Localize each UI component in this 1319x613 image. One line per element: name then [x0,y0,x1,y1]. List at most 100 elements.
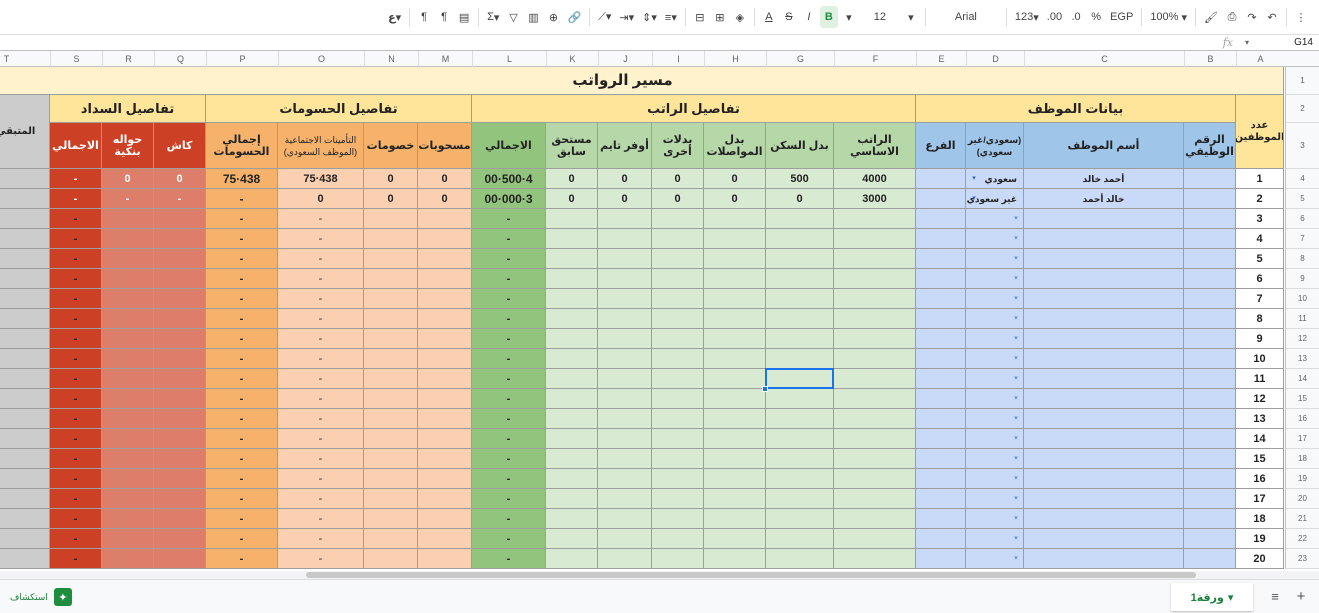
nationality-dropdown-icon[interactable]: ▾ [1012,435,1020,443]
column-header[interactable]: P [206,51,278,67]
cell-branch[interactable] [916,169,966,189]
cell-transport[interactable] [704,289,766,309]
cell-pay-total[interactable]: - [50,409,102,429]
cell-transport[interactable] [704,349,766,369]
cell-name[interactable] [1024,469,1184,489]
cell-name[interactable] [1024,389,1184,409]
cell-name[interactable]: خالد أحمد [1024,189,1184,209]
nationality-dropdown-icon[interactable]: ▾ [1012,315,1020,323]
borders-icon[interactable]: ⊞ [711,6,729,28]
cell-transport[interactable] [704,329,766,349]
cell-total[interactable]: - [472,209,546,229]
cell-transport[interactable] [704,549,766,569]
cell-id[interactable] [1184,429,1236,449]
cell-previous[interactable] [546,389,598,409]
cell-transfer[interactable] [102,549,154,569]
cell-cash[interactable] [154,229,206,249]
cell-basic[interactable] [834,529,916,549]
nationality-dropdown-icon[interactable]: ▾ [970,175,978,183]
row-header[interactable]: 10 [1285,289,1319,309]
text-rotation-icon[interactable]: ⟋▾ [595,6,614,28]
cell-insurance[interactable]: - [278,289,364,309]
cell-id[interactable] [1184,529,1236,549]
row-header[interactable]: 9 [1285,269,1319,289]
cell-total-deductions[interactable]: - [206,249,278,269]
cell-pay-total[interactable]: - [50,349,102,369]
cell-basic[interactable] [834,249,916,269]
cell-withdrawals[interactable]: 0 [418,189,472,209]
cell-transport[interactable] [704,389,766,409]
cell-remaining[interactable]: - [0,269,50,289]
cell-name[interactable] [1024,309,1184,329]
cell-name[interactable] [1024,449,1184,469]
cell-housing[interactable] [766,269,834,289]
cell-discounts[interactable]: 0 [364,169,418,189]
cell-previous[interactable] [546,529,598,549]
cell-insurance[interactable]: - [278,269,364,289]
cell-id[interactable] [1184,349,1236,369]
sheet-title[interactable]: مسير الرواتب [0,67,1284,95]
cell-basic[interactable] [834,549,916,569]
cell-total[interactable]: - [472,289,546,309]
cell-transfer[interactable] [102,409,154,429]
cell-pay-total[interactable]: - [50,269,102,289]
row-header[interactable]: 23 [1285,549,1319,569]
cell-insurance[interactable]: 0 [278,189,364,209]
cell-cash[interactable]: 0 [154,169,206,189]
cell-other[interactable] [652,229,704,249]
header-transport[interactable]: بدل المواصلات [704,123,766,169]
header-name[interactable]: أسم الموظف [1024,123,1184,169]
cell-discounts[interactable] [364,529,418,549]
cell-total-deductions[interactable]: - [206,409,278,429]
cell-withdrawals[interactable] [418,229,472,249]
cell-housing[interactable]: 500 [766,169,834,189]
cell-insurance[interactable]: - [278,489,364,509]
cell-discounts[interactable] [364,249,418,269]
cell-discounts[interactable] [364,389,418,409]
cell-remaining[interactable]: - [0,349,50,369]
cell-cash[interactable] [154,409,206,429]
cell-total-deductions[interactable]: - [206,509,278,529]
header-housing[interactable]: بدل السكن [766,123,834,169]
font-family-select[interactable]: Arial [931,6,1001,28]
cell-remaining[interactable]: - [0,229,50,249]
cell-other[interactable] [652,269,704,289]
cell-discounts[interactable] [364,209,418,229]
cell-insurance[interactable]: - [278,209,364,229]
font-size-select[interactable]: 12 [860,6,900,28]
cell-withdrawals[interactable] [418,489,472,509]
cell-remaining[interactable]: 061٫25 [0,169,50,189]
cell-discounts[interactable] [364,429,418,449]
column-header[interactable]: E [916,51,966,67]
cell-remaining[interactable]: - [0,289,50,309]
nationality-dropdown-icon[interactable]: ▾ [1012,515,1020,523]
cell-transfer[interactable] [102,289,154,309]
cell-total[interactable]: - [472,429,546,449]
cell-branch[interactable] [916,469,966,489]
cell-remaining[interactable]: - [0,429,50,449]
cell-other[interactable] [652,409,704,429]
cell-pay-total[interactable]: - [50,329,102,349]
cell-id[interactable] [1184,309,1236,329]
cell-housing[interactable] [766,289,834,309]
header-branch[interactable]: الفرع [916,123,966,169]
cell-num[interactable]: 1 [1236,169,1284,189]
filter-icon[interactable]: ▽ [504,6,522,28]
cell-num[interactable]: 17 [1236,489,1284,509]
cell-total[interactable]: - [472,409,546,429]
cell-transport[interactable] [704,409,766,429]
cell-total[interactable]: - [472,489,546,509]
cell-total-deductions[interactable]: - [206,189,278,209]
row-header[interactable]: 21 [1285,509,1319,529]
header-total[interactable]: الاجمالي [472,123,546,169]
cell-pay-total[interactable]: - [50,229,102,249]
cell-cash[interactable] [154,389,206,409]
header-id[interactable]: الرقم الوظيفي [1184,123,1236,169]
cell-transport[interactable] [704,469,766,489]
cell-transfer[interactable] [102,489,154,509]
cell-total-deductions[interactable]: - [206,529,278,549]
nationality-dropdown-icon[interactable]: ▾ [1012,335,1020,343]
cell-other[interactable] [652,369,704,389]
cell-previous[interactable]: 0 [546,189,598,209]
number-format-button[interactable]: 123 ▾ [1012,6,1042,28]
